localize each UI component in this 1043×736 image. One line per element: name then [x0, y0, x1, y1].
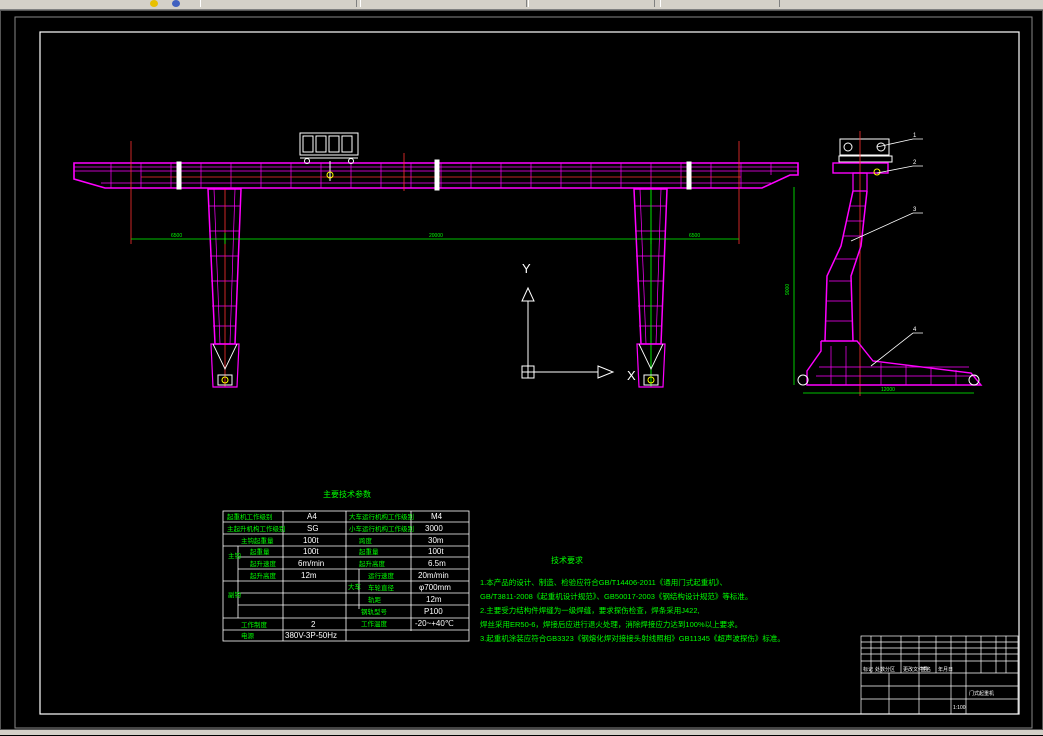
left-label-0: 起重机工作级别 — [227, 512, 273, 521]
right-label-0: 大车运行机构工作级别 — [349, 512, 414, 521]
dim-right-cantilever: 6500 — [689, 233, 700, 239]
left-label-3: 起重量 — [250, 548, 270, 556]
work-mode-value: 2 — [311, 620, 316, 629]
left-label-2: 主钩起重量 — [241, 536, 274, 545]
trolley — [299, 132, 359, 181]
left-value-3: 100t — [303, 547, 319, 556]
tb-label-5: 年月日 — [938, 666, 953, 673]
gear-icon[interactable] — [172, 0, 180, 7]
axis-y-label: Y — [522, 261, 531, 276]
left-value-5: 12m — [301, 571, 317, 580]
right-label-4: 起升高度 — [359, 559, 386, 568]
balloon-4: 4 — [913, 327, 917, 333]
cad-drawing: 6500 20000 6500 Y X 9000 12000 1 2 3 4 主… — [14, 16, 1033, 729]
tb-label-4: 签名 — [921, 666, 931, 673]
toolbar-dropdown-4[interactable] — [660, 0, 780, 7]
requirement-line-3: 焊丝采用ER50-6，焊接后应进行退火处理，消除焊接应力达到100%以上要求。 — [480, 619, 742, 629]
drawing-viewport[interactable]: 6500 20000 6500 Y X 9000 12000 1 2 3 4 主… — [0, 10, 1043, 730]
technical-requirements: 技术要求 1.本产品的设计、制造、检验应符合GB/T14406-2011《通用门… — [480, 555, 785, 643]
param-table-title: 主要技术参数 — [323, 489, 371, 499]
left-label-1: 主起升机构工作级别 — [227, 524, 286, 533]
axis-x-label: X — [627, 368, 636, 383]
balloon-1: 1 — [913, 133, 917, 139]
left-value-0: A4 — [307, 512, 317, 521]
tb-label-2: 分区 — [885, 666, 895, 673]
side-view: 9000 12000 1 2 3 4 — [785, 131, 983, 396]
ucs-axis-icon: Y X — [521, 261, 636, 383]
right-value-1: 3000 — [425, 524, 443, 533]
drawing-scale: 1:100 — [953, 705, 966, 711]
requirement-line-4: 3.起重机涂装应符合GB3323《钢熔化焊对接接头射线照相》GB11345《超声… — [480, 633, 785, 643]
group-mark-1: 副钩 — [228, 590, 242, 599]
app-toolbar — [0, 0, 1043, 10]
left-value-1: SG — [307, 524, 319, 533]
dim-span: 20000 — [429, 233, 443, 239]
left-value-2: 100t — [303, 536, 319, 545]
param-table-left-values: A4 SG 100t 100t 6m/min 12m 2 380V-3P-50H… — [285, 512, 337, 640]
right-label-1: 小车运行机构工作级别 — [349, 524, 414, 533]
right-label-5: 运行速度 — [368, 571, 395, 580]
param-table-left-labels: 起重机工作级别 主起升机构工作级别 主钩起重量 起重量 起升速度 起升高度 工作… — [227, 512, 362, 640]
right-value-6: φ700mm — [419, 583, 451, 592]
requirement-line-2: 2.主要受力结构件焊缝为一级焊缝，要求探伤检查，焊条采用J422, — [480, 605, 700, 615]
right-label-9: 工作温度 — [361, 619, 388, 628]
group-mark-0: 主钩 — [228, 551, 242, 560]
right-label-3: 起重量 — [359, 548, 379, 556]
tb-label-0: 标记 — [863, 666, 873, 673]
left-value-10: 380V-3P-50Hz — [285, 631, 337, 640]
warning-icon[interactable] — [150, 0, 158, 7]
right-value-0: M4 — [431, 512, 443, 521]
balloon-3: 3 — [913, 207, 917, 213]
tb-label-1: 处数 — [875, 666, 885, 673]
dim-left-cantilever: 6500 — [171, 233, 182, 239]
title-block — [860, 635, 1019, 715]
left-value-4: 6m/min — [298, 559, 324, 568]
right-value-2: 30m — [428, 536, 444, 545]
toolbar-dropdown-2[interactable] — [360, 0, 527, 7]
left-leg — [207, 188, 242, 388]
right-value-3: 100t — [428, 547, 444, 556]
toolbar-dropdown-1[interactable] — [200, 0, 357, 7]
right-value-7: 12m — [426, 595, 442, 604]
requirement-line-0: 1.本产品的设计、制造、检验应符合GB/T14406-2011《通用门式起重机》… — [480, 577, 727, 587]
right-value-9: -20~+40℃ — [415, 619, 454, 628]
param-table-right-values: M4 3000 30m 100t 6.5m 20m/min φ700mm 12m… — [415, 512, 454, 628]
requirements-title: 技术要求 — [551, 555, 583, 565]
right-value-4: 6.5m — [428, 559, 446, 568]
left-label-4: 起升速度 — [250, 559, 277, 568]
dim-side-base: 12000 — [881, 387, 895, 393]
left-label-9: 工作制度 — [241, 620, 268, 629]
right-leg — [633, 188, 668, 388]
dim-side-height: 9000 — [785, 284, 791, 295]
status-bar — [0, 730, 1043, 735]
left-label-5: 起升高度 — [250, 571, 277, 580]
right-label-7: 轨距 — [368, 595, 382, 604]
right-value-5: 20m/min — [418, 571, 449, 580]
main-girder — [73, 141, 799, 244]
group-mark-2: 大车 — [348, 582, 362, 591]
front-dimension-line: 6500 20000 6500 — [131, 233, 739, 244]
right-label-2: 跨度 — [359, 536, 373, 545]
left-label-10: 电源 — [241, 631, 255, 640]
right-value-8: P100 — [424, 607, 443, 616]
requirement-line-1: GB/T3811-2008《起重机设计规范》、GB50017-2003《钢结构设… — [480, 591, 752, 601]
right-label-6: 车轮直径 — [368, 583, 395, 592]
toolbar-dropdown-3[interactable] — [528, 0, 655, 7]
drawing-title: 门式起重机 — [969, 690, 994, 697]
right-label-8: 钢轨型号 — [361, 607, 388, 616]
balloon-2: 2 — [913, 160, 917, 166]
